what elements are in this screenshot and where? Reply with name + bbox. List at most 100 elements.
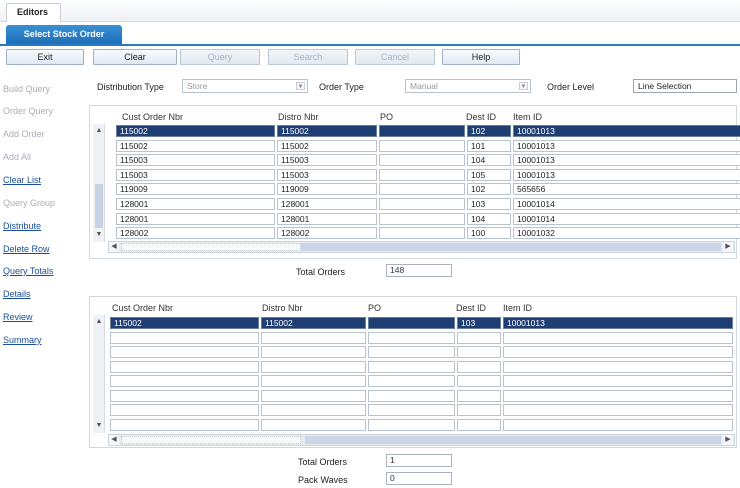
table-cell[interactable]	[368, 389, 455, 402]
table-cell[interactable]	[457, 389, 501, 402]
table-cell[interactable]	[261, 389, 366, 402]
table-cell[interactable]	[110, 389, 259, 402]
table-cell[interactable]	[368, 317, 455, 329]
tab-editors[interactable]: Editors	[6, 3, 62, 22]
table-cell[interactable]: 104	[467, 154, 511, 167]
table-cell[interactable]	[503, 375, 733, 387]
table-cell[interactable]	[368, 346, 455, 358]
scroll-left-icon[interactable]: ◀	[109, 242, 119, 252]
table-cell[interactable]	[457, 346, 501, 358]
scroll-down-icon[interactable]: ▼	[93, 230, 105, 240]
sidebar-item-review[interactable]: Review	[3, 312, 33, 322]
table-cell[interactable]	[368, 360, 455, 373]
table-cell[interactable]: 10001013	[513, 154, 740, 167]
table-cell[interactable]	[379, 168, 465, 181]
order-type-select[interactable]: Manual ▼	[405, 79, 531, 93]
table-cell[interactable]: 128002	[116, 227, 275, 240]
table-cell[interactable]	[379, 154, 465, 167]
table-cell[interactable]	[457, 360, 501, 373]
table-cell[interactable]: 10001013	[513, 125, 740, 137]
query-button[interactable]: Query	[180, 49, 260, 65]
table-cell[interactable]: 128001	[277, 212, 377, 225]
table-cell[interactable]	[110, 360, 259, 373]
table-cell[interactable]: 101	[467, 139, 511, 152]
scroll-track[interactable]	[121, 436, 301, 444]
sidebar-item-delete-row[interactable]: Delete Row	[3, 244, 50, 254]
table-cell[interactable]: 128001	[116, 198, 275, 210]
sidebar-item-clear-list[interactable]: Clear List	[3, 175, 41, 185]
table-cell[interactable]	[368, 375, 455, 387]
search-button[interactable]: Search	[268, 49, 348, 65]
table-cell[interactable]	[379, 227, 465, 240]
table-cell[interactable]: 115003	[116, 154, 275, 167]
table-cell[interactable]	[261, 331, 366, 344]
table-cell[interactable]: 115003	[277, 168, 377, 181]
table-cell[interactable]: 105	[467, 168, 511, 181]
help-button[interactable]: Help	[442, 49, 520, 65]
cancel-button[interactable]: Cancel	[355, 49, 435, 65]
table-cell[interactable]	[261, 404, 366, 416]
table-cell[interactable]: 103	[457, 317, 501, 329]
table-cell[interactable]	[110, 375, 259, 387]
horizontal-scrollbar[interactable]: ◀ ▶	[108, 434, 735, 446]
scroll-up-icon[interactable]: ▲	[93, 317, 105, 327]
table-cell[interactable]	[261, 418, 366, 431]
table-cell[interactable]	[503, 331, 733, 344]
table-cell[interactable]: 102	[467, 183, 511, 196]
table-cell[interactable]: 10001013	[513, 139, 740, 152]
table-cell[interactable]: 115002	[116, 139, 275, 152]
table-cell[interactable]: 115003	[277, 154, 377, 167]
sidebar-item-distribute[interactable]: Distribute	[3, 221, 41, 231]
table-cell[interactable]	[261, 346, 366, 358]
exit-button[interactable]: Exit	[6, 49, 84, 65]
sidebar-item-add-order[interactable]: Add Order	[3, 129, 45, 139]
sidebar-item-query-totals[interactable]: Query Totals	[3, 266, 53, 276]
sidebar-item-query-group[interactable]: Query Group	[3, 198, 55, 208]
table-cell[interactable]: 115002	[261, 317, 366, 329]
scroll-right-icon[interactable]: ▶	[723, 435, 733, 445]
table-cell[interactable]: 103	[467, 198, 511, 210]
table-cell[interactable]	[379, 183, 465, 196]
table-cell[interactable]: 128001	[116, 212, 275, 225]
table-cell[interactable]	[379, 212, 465, 225]
table-cell[interactable]: 128001	[277, 198, 377, 210]
scroll-thumb[interactable]	[301, 243, 721, 251]
scroll-track[interactable]	[121, 243, 301, 251]
table-cell[interactable]	[457, 418, 501, 431]
scroll-thumb[interactable]	[95, 184, 103, 228]
table-cell[interactable]: 115002	[277, 139, 377, 152]
tab-select-stock-order[interactable]: Select Stock Order	[6, 25, 122, 44]
scroll-right-icon[interactable]: ▶	[723, 242, 733, 252]
table-cell[interactable]: 10001014	[513, 212, 740, 225]
table-cell[interactable]	[503, 360, 733, 373]
table-cell[interactable]: 100	[467, 227, 511, 240]
table-cell[interactable]: 104	[467, 212, 511, 225]
table-cell[interactable]	[368, 404, 455, 416]
table-cell[interactable]	[379, 125, 465, 137]
table-cell[interactable]	[503, 389, 733, 402]
table-cell[interactable]: 102	[467, 125, 511, 137]
table-cell[interactable]	[379, 139, 465, 152]
table-cell[interactable]	[261, 360, 366, 373]
chevron-down-icon[interactable]: ▼	[519, 82, 528, 90]
table-cell[interactable]: 10001032	[513, 227, 740, 240]
sidebar-item-add-all[interactable]: Add All	[3, 152, 31, 162]
table-cell[interactable]: 119009	[116, 183, 275, 196]
scroll-up-icon[interactable]: ▲	[93, 126, 105, 136]
table-cell[interactable]	[261, 375, 366, 387]
table-cell[interactable]	[368, 418, 455, 431]
table-cell[interactable]: 10001013	[513, 168, 740, 181]
vertical-scrollbar[interactable]: ▲ ▼	[93, 124, 105, 242]
table-cell[interactable]: 115003	[116, 168, 275, 181]
table-cell[interactable]	[457, 375, 501, 387]
table-cell[interactable]	[503, 418, 733, 431]
table-cell[interactable]: 10001014	[513, 198, 740, 210]
table-cell[interactable]: 128002	[277, 227, 377, 240]
table-cell[interactable]	[379, 198, 465, 210]
clear-button[interactable]: Clear	[93, 49, 177, 65]
table-cell[interactable]: 119009	[277, 183, 377, 196]
sidebar-item-order-query[interactable]: Order Query	[3, 106, 53, 116]
table-cell[interactable]	[368, 331, 455, 344]
order-level-select[interactable]: Line Selection	[633, 79, 737, 93]
horizontal-scrollbar[interactable]: ◀ ▶	[108, 241, 735, 253]
